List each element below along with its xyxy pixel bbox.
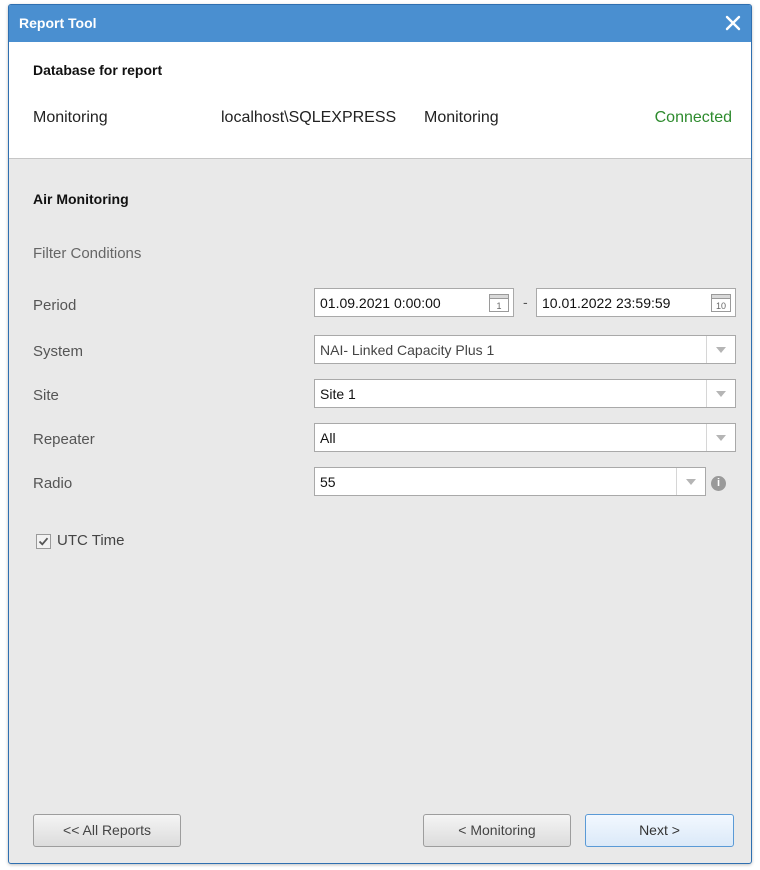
window-title: Report Tool <box>19 15 97 31</box>
report-title: Air Monitoring <box>33 191 129 207</box>
report-panel: Air Monitoring Filter Conditions Period … <box>9 158 751 863</box>
system-label: System <box>33 343 84 360</box>
connection-status: Connected <box>654 109 732 126</box>
chevron-down-icon[interactable] <box>706 380 735 407</box>
period-from-field[interactable]: 01.09.2021 0:00:00 1 <box>314 288 514 317</box>
site-value: Site 1 <box>320 386 356 402</box>
radio-value: 55 <box>320 474 336 490</box>
system-value: NAI- Linked Capacity Plus 1 <box>320 342 495 358</box>
filter-conditions-heading: Filter Conditions <box>33 245 142 262</box>
close-icon[interactable] <box>721 11 745 35</box>
database-server: localhost\SQLEXPRESS <box>221 109 397 126</box>
repeater-label: Repeater <box>33 431 95 448</box>
all-reports-button[interactable]: << All Reports <box>33 814 181 847</box>
period-to-value: 10.01.2022 23:59:59 <box>542 295 671 311</box>
chevron-down-icon[interactable] <box>676 468 705 495</box>
site-label: Site <box>33 387 59 404</box>
utc-time-label: UTC Time <box>57 532 125 549</box>
calendar-icon[interactable]: 1 <box>489 294 509 312</box>
repeater-select[interactable]: All <box>314 423 736 452</box>
database-section: Database for report Monitoring localhost… <box>9 42 751 159</box>
site-select[interactable]: Site 1 <box>314 379 736 408</box>
database-heading: Database for report <box>33 62 163 78</box>
back-monitoring-button[interactable]: < Monitoring <box>423 814 571 847</box>
chevron-down-icon[interactable] <box>706 424 735 451</box>
calendar-day-from: 1 <box>496 301 501 311</box>
period-label: Period <box>33 297 77 314</box>
chevron-down-icon[interactable] <box>706 336 735 363</box>
period-separator: - <box>523 294 528 310</box>
next-button[interactable]: Next > <box>585 814 734 847</box>
calendar-icon[interactable]: 10 <box>711 294 731 312</box>
database-name: Monitoring <box>33 109 108 126</box>
report-tool-window: Report Tool Database for report Monitori… <box>8 4 752 864</box>
calendar-day-to: 10 <box>716 301 726 311</box>
period-from-value: 01.09.2021 0:00:00 <box>320 295 441 311</box>
repeater-value: All <box>320 430 336 446</box>
radio-select[interactable]: 55 <box>314 467 706 496</box>
radio-label: Radio <box>33 475 73 492</box>
utc-time-checkbox[interactable] <box>36 534 51 549</box>
period-to-field[interactable]: 10.01.2022 23:59:59 10 <box>536 288 736 317</box>
system-select[interactable]: NAI- Linked Capacity Plus 1 <box>314 335 736 364</box>
info-icon[interactable]: i <box>711 476 726 491</box>
database-catalog: Monitoring <box>424 109 499 126</box>
title-bar: Report Tool <box>9 5 751 42</box>
